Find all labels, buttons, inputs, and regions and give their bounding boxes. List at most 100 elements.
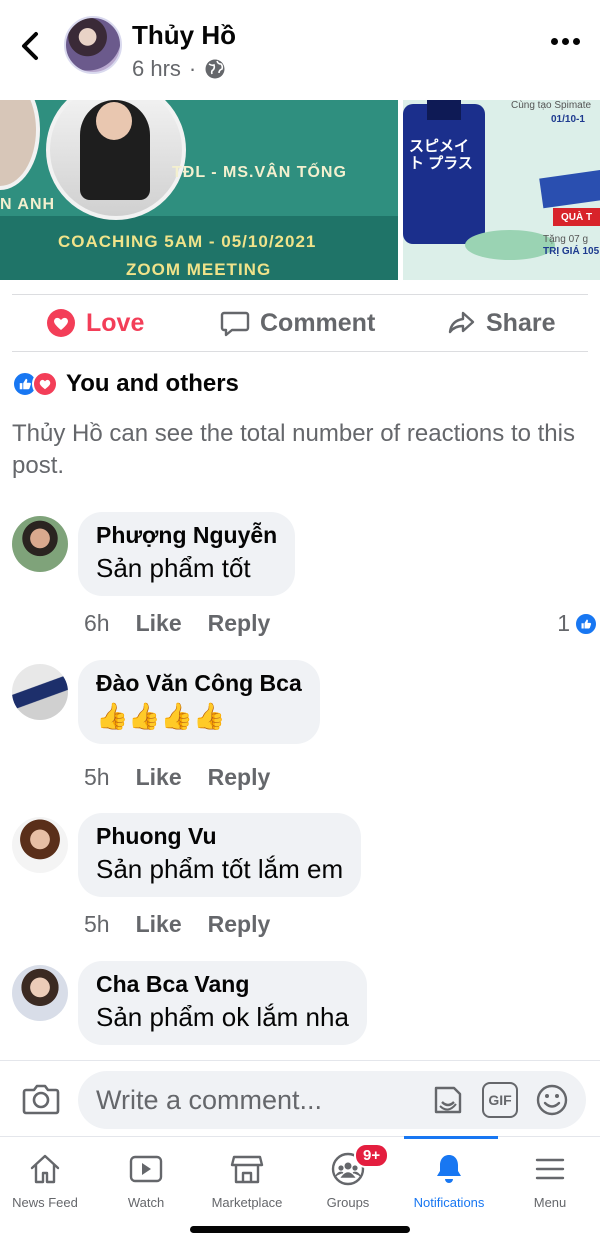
- comment-meta: 6h Like Reply: [84, 610, 270, 637]
- speaker-photo-left: [0, 100, 40, 190]
- globe-icon[interactable]: [204, 58, 226, 80]
- comment-text: 👍👍👍👍: [96, 701, 226, 731]
- comment-bubble[interactable]: Đào Văn Công Bca 👍👍👍👍: [78, 660, 320, 744]
- camera-icon[interactable]: [22, 1081, 60, 1117]
- divider: [12, 294, 588, 295]
- dot-icon: [562, 38, 569, 45]
- nav-label: Marketplace: [211, 1195, 283, 1210]
- poster-name[interactable]: Thủy Hồ: [132, 20, 236, 51]
- comment-time: 5h: [84, 911, 110, 937]
- love-reaction-icon: [32, 371, 58, 397]
- nav-watch[interactable]: Watch: [96, 1137, 196, 1217]
- comment-composer: Write a comment... GIF: [0, 1060, 600, 1136]
- speaker-face: [96, 102, 132, 140]
- dot-icon: [573, 38, 580, 45]
- promo-gift: QUÀ T: [561, 212, 593, 223]
- more-options-button[interactable]: [551, 38, 580, 45]
- nav-label: Groups: [326, 1195, 370, 1210]
- poster-avatar[interactable]: [64, 16, 122, 74]
- product-bottle: スピメイト プラス: [403, 100, 485, 244]
- nav-menu[interactable]: Menu: [500, 1137, 600, 1217]
- share-button[interactable]: Share: [446, 296, 555, 350]
- post-image-product[interactable]: スピメイト プラス Cùng tạo Spimate 01/10-1 QUÀ T…: [403, 100, 600, 280]
- promo-value: TRỊ GIÁ 105: [543, 246, 600, 257]
- comment-icon: [220, 311, 250, 337]
- promo-note: Tặng 07 g: [543, 234, 589, 245]
- bottle-cap: [427, 100, 461, 120]
- nav-label: Watch: [127, 1195, 165, 1210]
- nav-news-feed[interactable]: News Feed: [0, 1137, 95, 1217]
- love-reaction-icon: [47, 309, 75, 337]
- comment-bubble[interactable]: Cha Bca Vang Sản phẩm ok lắm nha: [78, 961, 367, 1045]
- comment-text: Sản phẩm ok lắm nha: [96, 1002, 349, 1032]
- promo-text: Cùng tạo Spimate: [511, 100, 592, 111]
- post-header: Thủy Hồ 6 hrs ·: [0, 0, 600, 100]
- reply-button[interactable]: Reply: [208, 911, 271, 938]
- nav-label: Menu: [533, 1195, 567, 1210]
- post-meta: 6 hrs ·: [132, 56, 226, 82]
- comment-label: Comment: [260, 308, 376, 337]
- nav-notifications[interactable]: Notifications: [399, 1137, 499, 1217]
- dot-icon: [551, 38, 558, 45]
- commenter-name[interactable]: Đào Văn Công Bca: [96, 670, 302, 697]
- reactions-summary[interactable]: You and others: [12, 370, 239, 398]
- marketplace-icon: [230, 1155, 264, 1184]
- comment-time: 5h: [84, 764, 110, 790]
- comment-bubble[interactable]: Phuong Vu Sản phẩm tốt lắm em: [78, 813, 362, 897]
- image-label: TĐL - MS.VÂN TỐNG: [172, 164, 347, 181]
- watch-icon: [129, 1155, 163, 1183]
- gif-button[interactable]: GIF: [482, 1082, 518, 1118]
- share-label: Share: [486, 308, 556, 337]
- love-label: Love: [86, 308, 145, 337]
- nav-groups[interactable]: 9+ Groups: [298, 1137, 398, 1217]
- nav-marketplace[interactable]: Marketplace: [197, 1137, 297, 1217]
- commenter-avatar[interactable]: [12, 516, 68, 572]
- product-box: [539, 169, 600, 209]
- share-icon: [448, 311, 475, 334]
- reply-button[interactable]: Reply: [208, 764, 271, 791]
- meta-separator: ·: [188, 56, 197, 81]
- commenter-name[interactable]: Phuong Vu: [96, 823, 343, 850]
- home-icon: [30, 1154, 60, 1184]
- bottle-label: スピメイト プラス: [409, 138, 473, 172]
- commenter-name[interactable]: Cha Bca Vang: [96, 971, 349, 998]
- reaction-icons: [12, 371, 58, 397]
- like-comment-button[interactable]: Like: [136, 610, 182, 637]
- comment-text: Sản phẩm tốt: [96, 553, 251, 583]
- hamburger-menu-icon: [535, 1158, 565, 1180]
- like-comment-button[interactable]: Like: [136, 911, 182, 938]
- image-label: ZOOM MEETING: [126, 260, 272, 279]
- like-count: 1: [557, 610, 570, 636]
- commenter-name[interactable]: Phượng Nguyễn: [96, 522, 277, 549]
- bell-icon: [437, 1155, 461, 1183]
- post-actions: Love Comment Share: [0, 296, 600, 350]
- sticker-icon[interactable]: [430, 1082, 466, 1118]
- groups-badge: 9+: [354, 1143, 390, 1168]
- commenter-avatar[interactable]: [12, 664, 68, 720]
- comment-meta: 5h Like Reply: [84, 764, 270, 791]
- chevron-left-icon: [22, 32, 38, 60]
- back-button[interactable]: [14, 26, 48, 66]
- reactions-text: You and others: [66, 370, 239, 397]
- nav-label: Notifications: [413, 1195, 485, 1210]
- love-button[interactable]: Love: [46, 296, 144, 350]
- reply-button[interactable]: Reply: [208, 610, 271, 637]
- comment-input[interactable]: Write a comment... GIF: [78, 1071, 586, 1129]
- home-indicator: [190, 1226, 410, 1233]
- reactions-notice: Thủy Hồ can see the total number of reac…: [12, 420, 575, 479]
- image-label: COACHING 5AM - 05/10/2021: [58, 232, 317, 251]
- comment-bubble[interactable]: Phượng Nguyễn Sản phẩm tốt: [78, 512, 296, 596]
- commenter-avatar[interactable]: [12, 817, 68, 873]
- post-time[interactable]: 6 hrs: [132, 56, 181, 82]
- like-comment-button[interactable]: Like: [136, 764, 182, 791]
- comment-time: 6h: [84, 610, 110, 636]
- post-image-coaching[interactable]: TĐL - MS.VÂN TỐNG N ANH COACHING 5AM - 0…: [0, 100, 398, 280]
- comment-placeholder: Write a comment...: [96, 1085, 323, 1115]
- comment-meta: 5h Like Reply: [84, 911, 270, 938]
- promo-date: 01/10-1: [551, 114, 585, 125]
- commenter-avatar[interactable]: [12, 965, 68, 1021]
- nav-label: News Feed: [12, 1195, 78, 1210]
- comment-like-count[interactable]: 1: [557, 610, 598, 637]
- divider: [12, 351, 588, 352]
- emoji-icon[interactable]: [534, 1082, 570, 1118]
